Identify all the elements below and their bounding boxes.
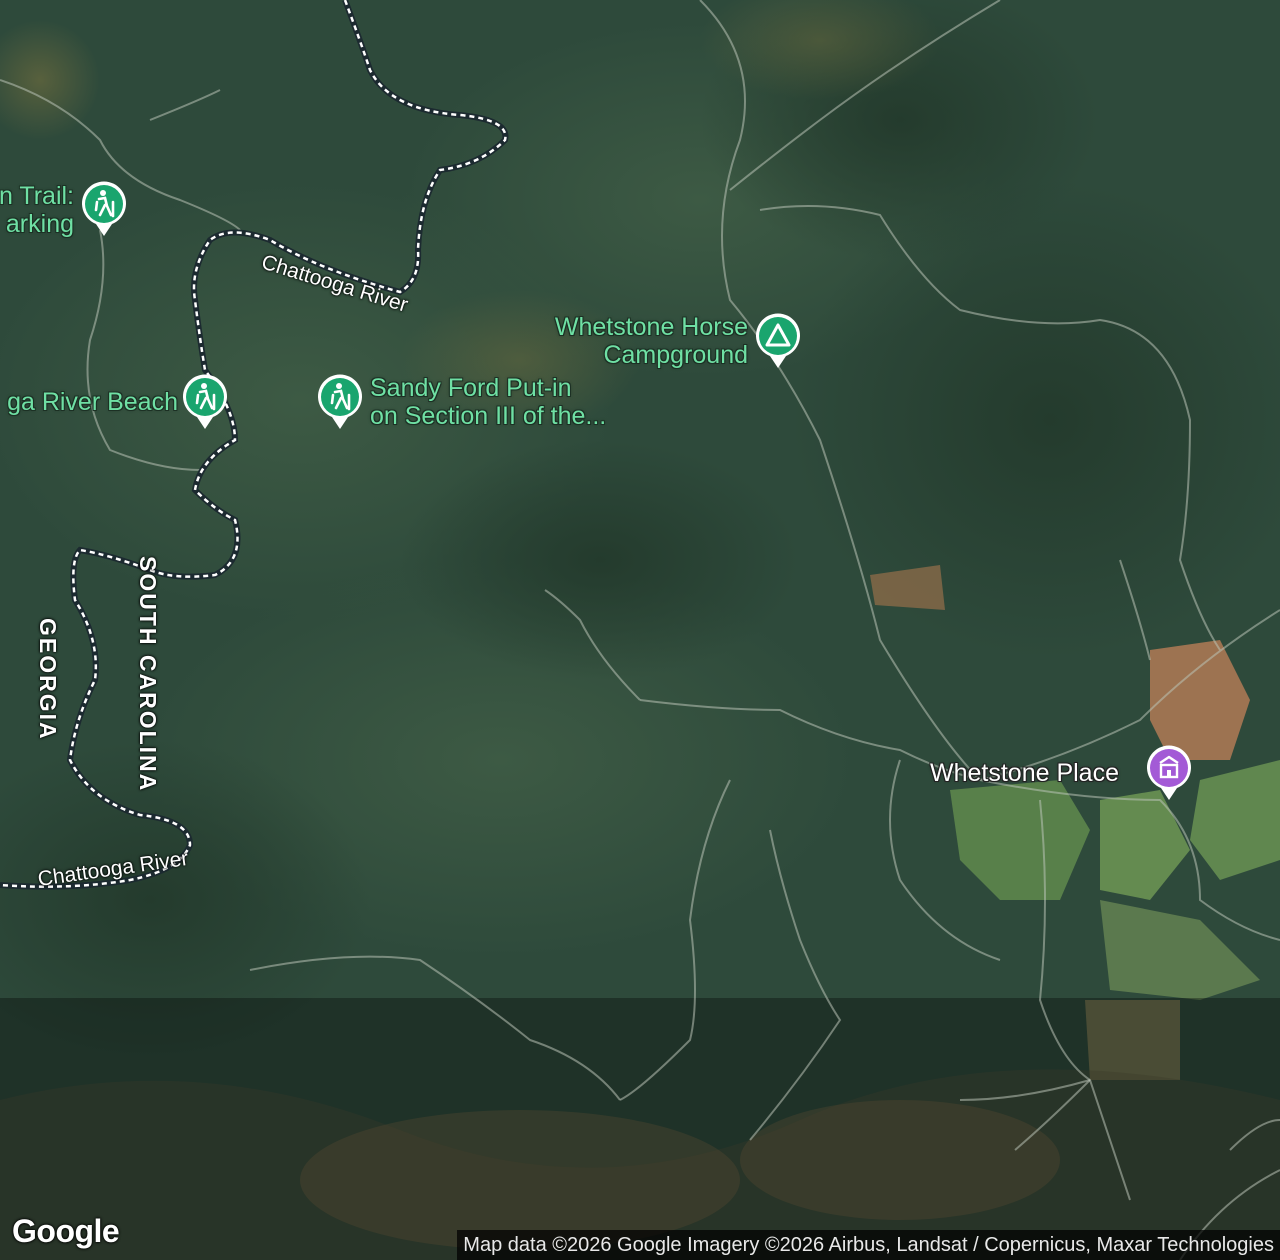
map-attribution: Map data ©2026 Google Imagery ©2026 Airb… <box>457 1230 1280 1260</box>
poi-label-line: Campground <box>603 341 748 369</box>
map-canvas[interactable]: Chattooga River Chattooga River GEORGIA … <box>0 0 1280 1260</box>
satellite-imagery <box>0 0 1280 1260</box>
historic-building-icon[interactable] <box>1145 744 1193 802</box>
poi-label-line: on Section III of the... <box>370 402 607 430</box>
poi-label[interactable]: Whetstone Horse Campground <box>555 313 748 369</box>
poi-label[interactable]: ga River Beach <box>7 388 178 416</box>
poi-label[interactable]: n Trail: arking <box>0 182 74 238</box>
poi-label-line: Whetstone Horse <box>554 313 748 341</box>
state-label-georgia: GEORGIA <box>35 618 61 741</box>
poi-label-line: arking <box>5 210 74 238</box>
google-logo[interactable]: Google <box>12 1213 120 1250</box>
hiker-icon[interactable] <box>181 373 229 431</box>
poi-label-line: n Trail: <box>0 182 74 210</box>
place-label[interactable]: Whetstone Place <box>930 759 1119 787</box>
hiker-icon[interactable] <box>80 180 128 238</box>
poi-label-line: Sandy Ford Put-in <box>370 374 572 402</box>
hiker-icon[interactable] <box>316 373 364 431</box>
campground-icon[interactable] <box>754 312 802 370</box>
poi-label[interactable]: Sandy Ford Put-in on Section III of the.… <box>370 374 606 430</box>
state-label-south-carolina: SOUTH CAROLINA <box>135 556 161 793</box>
